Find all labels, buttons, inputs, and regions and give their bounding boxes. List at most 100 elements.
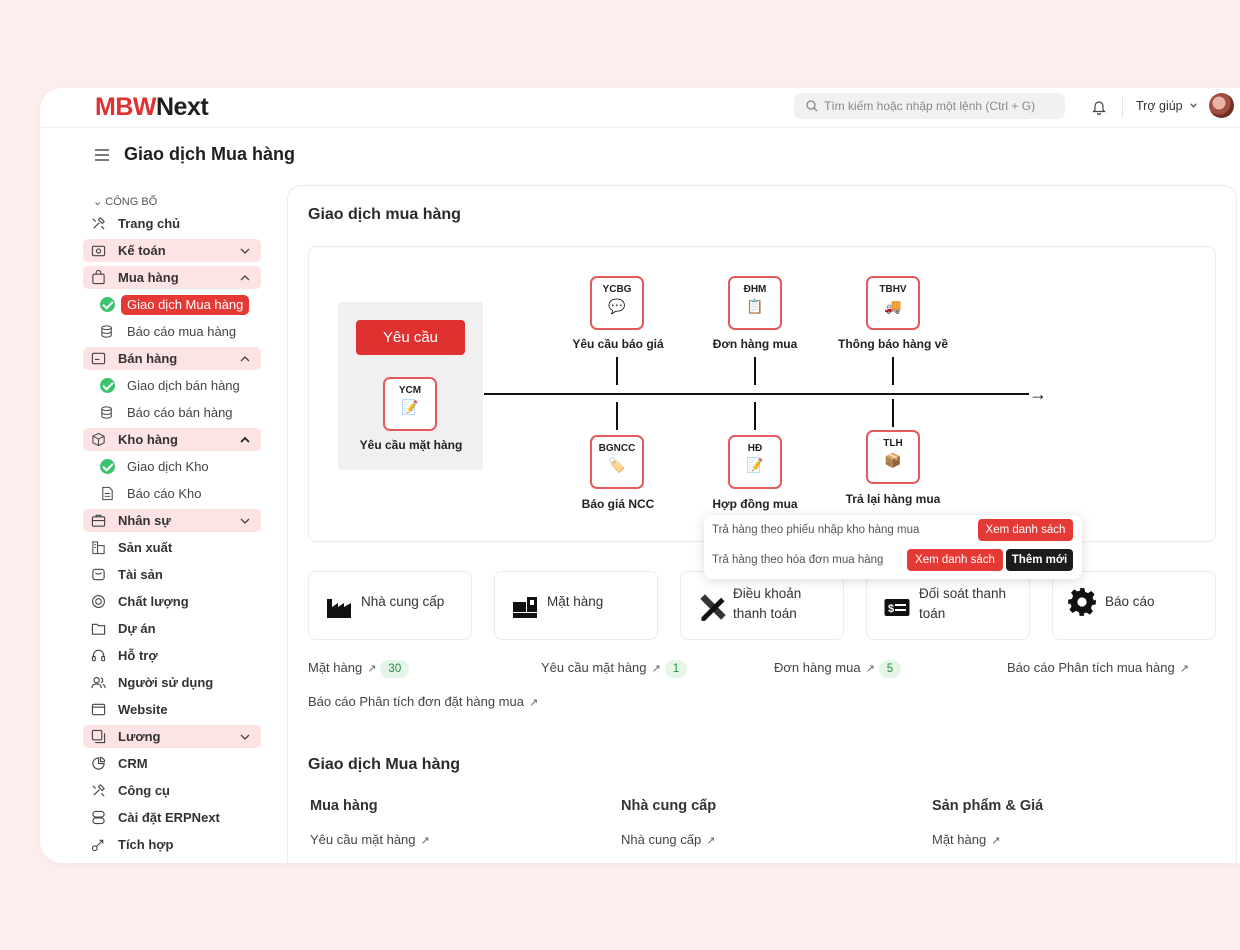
section-title: Giao dịch mua hàng — [308, 206, 461, 223]
chevron-down-icon[interactable] — [239, 515, 251, 527]
count-badge: 30 — [380, 660, 410, 678]
request-panel: Yêu cầu YCM 📝 Yêu cầu mặt hàng — [338, 302, 483, 470]
view-list-button[interactable]: Xem danh sách — [907, 549, 1003, 571]
card-label: Điều khoản — [733, 586, 802, 601]
link-items[interactable]: Mặt hàng ↗ 30 — [308, 660, 410, 678]
sidebar-item-projects[interactable]: Dự án — [83, 617, 261, 640]
sidebar-subitem-warehouse-reports[interactable]: Báo cáo Kho — [83, 482, 261, 505]
factory-icon — [92, 541, 105, 555]
receipt-icon — [91, 352, 106, 365]
shortcut-card-payment-terms[interactable]: Điều khoản thanh toán — [680, 571, 844, 640]
sidebar-item-support[interactable]: Hỗ trợ — [83, 644, 261, 667]
sidebar-item-quality[interactable]: Chất lượng — [83, 590, 261, 613]
shortcut-card-items[interactable]: Mặt hàng — [494, 571, 658, 640]
view-list-button[interactable]: Xem danh sách — [978, 519, 1073, 541]
link-column-item[interactable]: Mặt hàng ↗ — [932, 832, 1000, 847]
sidebar-item-users[interactable]: Người sử dụng — [83, 671, 261, 694]
chevron-down-icon — [1190, 103, 1197, 108]
page-title: Giao dịch Mua hàng — [124, 144, 296, 164]
salary-icon — [91, 729, 106, 744]
chevron-down-icon[interactable] — [239, 245, 251, 257]
website-icon — [91, 703, 106, 716]
help-label: Trợ giúp — [1136, 99, 1183, 113]
settings-icon — [92, 810, 105, 825]
sidebar-item-label: Dự án — [118, 621, 156, 636]
link-column-item[interactable]: Yêu cầu mặt hàng ↗ — [310, 832, 430, 847]
delivery-truck-icon: 🚚 — [884, 298, 902, 314]
section-title: Giao dịch Mua hàng — [308, 756, 461, 773]
sidebar-subitem-label: Giao dịch Kho — [127, 459, 209, 474]
sidebar-item-accounting[interactable]: Kế toán — [83, 239, 261, 262]
sidebar-item-settings[interactable]: Cài đặt ERPNext — [83, 806, 261, 829]
sidebar-item-hr[interactable]: Nhân sự — [83, 509, 261, 532]
sidebar-item-tools[interactable]: Công cụ — [83, 779, 261, 802]
chevron-down-icon[interactable] — [239, 731, 251, 743]
flow-node-ycbg[interactable]: YCBG 💬 — [590, 276, 644, 330]
link-material-requests[interactable]: Yêu cầu mặt hàng ↗ 1 — [541, 660, 688, 678]
shortcut-card-payment-reconciliation[interactable]: $ Đối soát thanh toán — [866, 571, 1030, 640]
node-label: Hợp đồng mua — [712, 497, 798, 511]
connector-line — [892, 399, 894, 427]
sidebar-item-purchasing[interactable]: Mua hàng — [83, 266, 261, 289]
sidebar-subitem-sales-transactions[interactable]: Giao dịch bán hàng — [83, 374, 261, 397]
link-label: Báo cáo Phân tích đơn đặt hàng mua — [308, 694, 524, 709]
app-logo[interactable]: MBWNext — [95, 92, 209, 122]
avatar[interactable] — [1209, 93, 1234, 118]
add-new-button[interactable]: Thêm mới — [1006, 549, 1073, 571]
shortcut-card-reports[interactable]: Báo cáo — [1052, 571, 1216, 640]
shortcut-card-suppliers[interactable]: Nhà cung cấp — [308, 571, 472, 640]
request-button[interactable]: Yêu cầu — [356, 320, 465, 355]
sidebar-subitem-label: Giao dịch bán hàng — [127, 378, 240, 393]
link-purchase-analytics[interactable]: Báo cáo Phân tích mua hàng ↗ — [1007, 660, 1189, 675]
page-header: Giao dịch Mua hàng — [95, 144, 295, 165]
asset-icon — [92, 568, 105, 581]
help-menu[interactable]: Trợ giúp — [1136, 88, 1198, 124]
node-label: Trả lại hàng mua — [845, 492, 941, 506]
sidebar-item-assets[interactable]: Tài sản — [83, 563, 261, 586]
link-column-item[interactable]: Nhà cung cấp ↗ — [621, 832, 715, 847]
search-input[interactable]: Tìm kiếm hoặc nhập một lệnh (Ctrl + G) — [794, 93, 1065, 119]
chevron-up-icon[interactable] — [239, 272, 251, 284]
sidebar-item-payroll[interactable]: Lương — [83, 725, 261, 748]
logo-mark: MBW — [95, 93, 156, 121]
money-bill-icon: $ — [884, 599, 910, 616]
sidebar-item-sales[interactable]: Bán hàng — [83, 347, 261, 370]
sidebar-subitem-purchase-transactions[interactable]: Giao dịch Mua hàng — [83, 293, 261, 316]
sidebar-item-label: Bán hàng — [118, 351, 178, 366]
sidebar-subitem-purchase-reports[interactable]: Báo cáo mua hàng — [83, 320, 261, 343]
bell-icon[interactable] — [1092, 99, 1106, 115]
headset-icon — [91, 649, 106, 662]
count-badge: 5 — [878, 660, 902, 678]
sidebar-subitem-sales-reports[interactable]: Báo cáo bán hàng — [83, 401, 261, 424]
hamburger-menu-icon[interactable] — [95, 149, 109, 161]
flow-node-dhm[interactable]: ĐHM 📋 — [728, 276, 782, 330]
sidebar-item-manufacturing[interactable]: Sản xuất — [83, 536, 261, 559]
chevron-up-icon[interactable] — [239, 434, 251, 446]
factory-icon — [327, 599, 351, 618]
sidebar-section-header[interactable]: ⌄ CÔNG BỐ — [83, 192, 261, 212]
flow-node-hd[interactable]: HĐ 📝 — [728, 435, 782, 489]
link-purchase-orders[interactable]: Đơn hàng mua ↗ 5 — [774, 660, 902, 678]
check-circle-icon — [100, 378, 115, 393]
chevron-up-icon[interactable] — [239, 353, 251, 365]
check-circle-icon — [100, 459, 115, 474]
flow-node-ycm[interactable]: YCM 📝 — [383, 377, 437, 431]
sidebar-item-crm[interactable]: CRM — [83, 752, 261, 775]
briefcase-icon — [91, 514, 106, 527]
sidebar-item-integrations[interactable]: Tích hợp — [83, 833, 261, 856]
sidebar-subitem-warehouse-transactions[interactable]: Giao dịch Kho — [83, 455, 261, 478]
node-label: Yêu cầu báo giá — [572, 337, 664, 351]
node-code: HĐ — [747, 443, 763, 454]
sidebar-subitem-label: Báo cáo Kho — [127, 486, 202, 501]
link-label: Yêu cầu mặt hàng — [310, 832, 416, 847]
flow-node-bgncc[interactable]: BGNCC 🏷️ — [590, 435, 644, 489]
link-label: Mặt hàng — [308, 660, 363, 675]
price-tag-icon: 🏷️ — [608, 457, 626, 473]
flow-node-tlh[interactable]: TLH 📦 — [866, 430, 920, 484]
sidebar-item-warehouse[interactable]: Kho hàng — [83, 428, 261, 451]
link-purchase-order-analysis[interactable]: Báo cáo Phân tích đơn đặt hàng mua ↗ — [308, 694, 538, 709]
sidebar-section-label: CÔNG BỐ — [105, 196, 158, 208]
sidebar-item-website[interactable]: Website — [83, 698, 261, 721]
sidebar-item-home[interactable]: Trang chủ — [83, 212, 261, 235]
flow-node-tbhv[interactable]: TBHV 🚚 — [866, 276, 920, 330]
